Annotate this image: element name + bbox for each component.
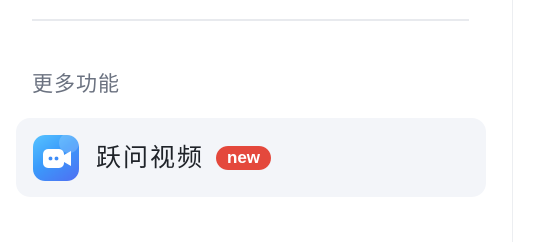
video-camera-app-icon: [33, 135, 79, 181]
feature-item-yuewen-video[interactable]: 跃问视频 new: [16, 118, 486, 197]
feature-label: 跃问视频: [96, 143, 205, 172]
panel-right-border: [512, 0, 513, 242]
section-title-more-features: 更多功能: [32, 72, 120, 96]
section-divider: [32, 19, 469, 21]
new-badge: new: [216, 146, 271, 170]
